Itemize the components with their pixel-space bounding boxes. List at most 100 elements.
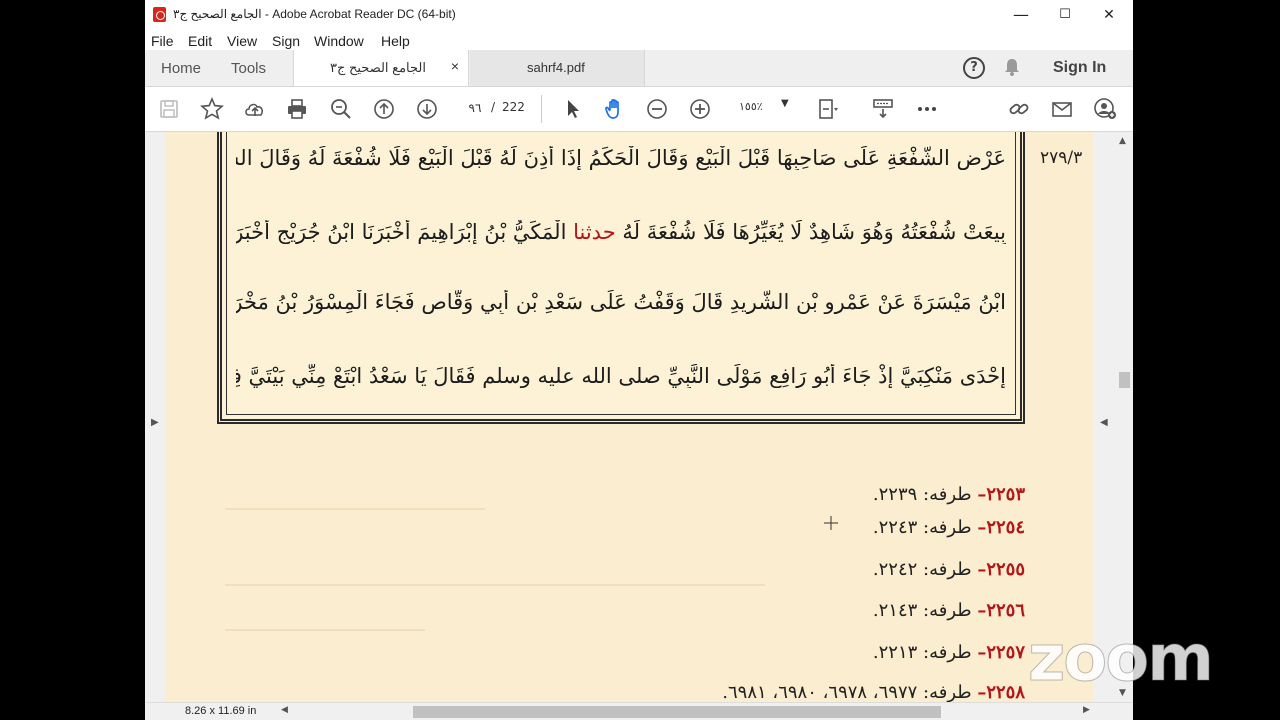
footnote-label: طرفه: [923, 682, 972, 702]
hand-tool-icon[interactable] [603, 97, 627, 121]
minimize-button[interactable]: — [1001, 4, 1041, 26]
footnote-row: ٢٢٥٤– طرفه: ٢٢٤٣. [765, 517, 1025, 538]
footnote-row: ٢٢٥٦– طرفه: ٢١٤٣. [765, 600, 1025, 621]
menu-edit[interactable]: Edit [188, 33, 212, 49]
expand-left-arrow-icon[interactable]: ▶ [151, 417, 159, 428]
arabic-text-line-1: عَرْضِ الشُّفْعَةِ عَلَى صَاحِبِهَا قَبْ… [236, 146, 1006, 170]
tab-document-label: الجامع الصحيح ج٣ [330, 60, 426, 75]
menu-help[interactable]: Help [381, 33, 410, 49]
footnote-number: ٢٢٥٥– [977, 559, 1025, 580]
status-bar: 8.26 x 11.69 in ◀ ▶ [145, 702, 1133, 720]
zoom-level-field[interactable]: ١٥٥٪ [739, 100, 763, 113]
title-bar: الجامع الصحيح ج٣ - Adobe Acrobat Reader … [145, 0, 1133, 30]
footnote-row: ٢٢٥٥– طرفه: ٢٢٤٢. [765, 559, 1025, 580]
footnote-row: ٢٢٥٨– طرفه: ٦٩٧٧، ٦٩٧٨، ٦٩٨٠، ٦٩٨١. [625, 682, 1025, 702]
faint-bleed-line [225, 629, 425, 631]
scroll-up-arrow-icon[interactable]: ▲ [1119, 136, 1126, 146]
arabic-text-line-4: إِحْدَى مَنْكِبَيَّ إِذْ جَاءَ أَبُو رَا… [236, 364, 1006, 388]
footnote-refs: ٢٢٤٣. [872, 517, 918, 538]
add-user-icon[interactable] [1093, 97, 1117, 121]
page-total: 222 [502, 100, 525, 114]
tab-tools[interactable]: Tools [231, 60, 266, 77]
keyboard-scroll-icon[interactable] [871, 97, 895, 121]
faint-bleed-line [225, 584, 765, 586]
zoom-search-icon[interactable] [329, 97, 353, 121]
text-frame: عَرْضِ الشُّفْعَةِ عَلَى صَاحِبِهَا قَبْ… [217, 132, 1025, 424]
print-icon[interactable] [285, 97, 309, 121]
arabic-text-line-3: ابْنُ مَيْسَرَةَ عَنْ عَمْرِو بْنِ الشَّ… [236, 290, 1006, 314]
footnote-row: ٢٢٥٧– طرفه: ٢٢١٣. [765, 642, 1025, 663]
previous-page-icon[interactable] [372, 97, 396, 121]
haddathana-red-phrase: حدثنا [573, 220, 616, 244]
margin-reference: ٢٧٩/٣ [1040, 148, 1083, 168]
page-size-label: 8.26 x 11.69 in [185, 705, 257, 717]
footnote-label: طرفه: [923, 517, 972, 538]
page-number-input[interactable]: ٩٦ [457, 97, 493, 119]
arabic-text-line-2: بِيعَتْ شُفْعَتُهُ وَهُوَ شَاهِدٌ لَا يُ… [236, 220, 1006, 244]
footnote-label: طرفه: [923, 642, 972, 663]
line-2-after: الْمَكِّيُّ بْنُ إِبْرَاهِيمَ أَخْبَرَنَ… [236, 220, 567, 244]
sign-in-button[interactable]: Sign In [1053, 59, 1106, 77]
select-cursor-icon[interactable] [561, 97, 585, 121]
footnote-number: ٢٢٥٣– [977, 484, 1025, 505]
scroll-right-arrow-icon[interactable]: ▶ [1083, 705, 1090, 715]
right-panel-toggle[interactable]: ◀ [1093, 132, 1116, 702]
bookmark-star-icon[interactable] [200, 97, 224, 121]
footnote-refs: ٢١٤٣. [872, 600, 918, 621]
faint-bleed-line [225, 508, 485, 510]
next-page-icon[interactable] [415, 97, 439, 121]
toolbar: ٩٦ / 222 ١٥٥٪ ▼ [145, 87, 1133, 132]
footnote-row: ٢٢٥٣– طرفه: ٢٢٣٩. [765, 484, 1025, 505]
footnote-number: ٢٢٥٧– [977, 642, 1025, 663]
footnote-number: ٢٢٥٦– [977, 600, 1025, 621]
help-icon[interactable]: ? [963, 57, 985, 79]
toolbar-divider [541, 95, 542, 123]
tab-document-sahrf4[interactable]: sahrf4.pdf [470, 50, 645, 86]
window-title: الجامع الصحيح ج٣ - Adobe Acrobat Reader … [173, 7, 456, 21]
footnote-label: طرفه: [923, 484, 972, 505]
menu-file[interactable]: File [151, 33, 174, 49]
vertical-scroll-thumb[interactable] [1119, 372, 1130, 388]
menu-sign[interactable]: Sign [272, 33, 300, 49]
acrobat-window: الجامع الصحيح ج٣ - Adobe Acrobat Reader … [145, 0, 1133, 720]
tab-document-active[interactable]: الجامع الصحيح ج٣ × [293, 50, 469, 86]
crosshair-cursor-icon [824, 516, 838, 530]
footnote-refs: ٢٢٣٩. [872, 484, 918, 505]
tab-document-label: sahrf4.pdf [527, 60, 585, 75]
footnote-refs: ٢٢٤٢. [872, 559, 918, 580]
email-icon[interactable] [1050, 97, 1074, 121]
footnote-refs: ٢٢١٣. [872, 642, 918, 663]
pdf-page: عَرْضِ الشُّفْعَةِ عَلَى صَاحِبِهَا قَبْ… [165, 132, 1093, 702]
zoom-out-icon[interactable] [645, 97, 669, 121]
tab-close-icon[interactable]: × [451, 58, 459, 74]
zoom-dropdown-icon[interactable]: ▼ [781, 98, 789, 109]
maximize-button[interactable]: ☐ [1045, 4, 1085, 26]
menu-view[interactable]: View [227, 33, 257, 49]
save-icon[interactable] [157, 97, 181, 121]
tab-home[interactable]: Home [161, 60, 201, 77]
footnote-number: ٢٢٥٨– [977, 682, 1025, 702]
left-panel-toggle[interactable]: ▶ [145, 132, 165, 702]
zoom-in-icon[interactable] [688, 97, 712, 121]
bell-icon[interactable] [1004, 58, 1020, 76]
share-link-icon[interactable] [1007, 97, 1031, 121]
menu-bar: File Edit View Sign Window Help [145, 30, 1133, 52]
line-2-before: بِيعَتْ شُفْعَتُهُ وَهُوَ شَاهِدٌ لَا يُ… [622, 220, 1006, 244]
page-separator: / [491, 100, 496, 114]
expand-right-arrow-icon[interactable]: ◀ [1100, 417, 1108, 428]
page-fit-icon[interactable] [815, 97, 839, 121]
zoom-watermark-logo: zoom [1028, 622, 1215, 697]
vertical-scrollbar[interactable]: ▲ ▼ [1116, 132, 1133, 702]
upload-cloud-icon[interactable] [243, 97, 267, 121]
footnote-label: طرفه: [923, 559, 972, 580]
horizontal-scroll-thumb[interactable] [413, 706, 941, 718]
footnote-refs: ٦٩٧٧، ٦٩٧٨، ٦٩٨٠، ٦٩٨١. [722, 682, 918, 702]
more-tools-icon[interactable] [915, 97, 939, 121]
document-viewport[interactable]: ▶ عَرْضِ الشُّفْعَةِ عَلَى صَاحِبِهَا قَ… [145, 132, 1116, 702]
close-window-button[interactable]: ✕ [1089, 4, 1129, 26]
footnote-number: ٢٢٥٤– [977, 517, 1025, 538]
scroll-left-arrow-icon[interactable]: ◀ [281, 705, 288, 715]
footnote-label: طرفه: [923, 600, 972, 621]
acrobat-app-icon [153, 7, 166, 22]
menu-window[interactable]: Window [314, 33, 364, 49]
